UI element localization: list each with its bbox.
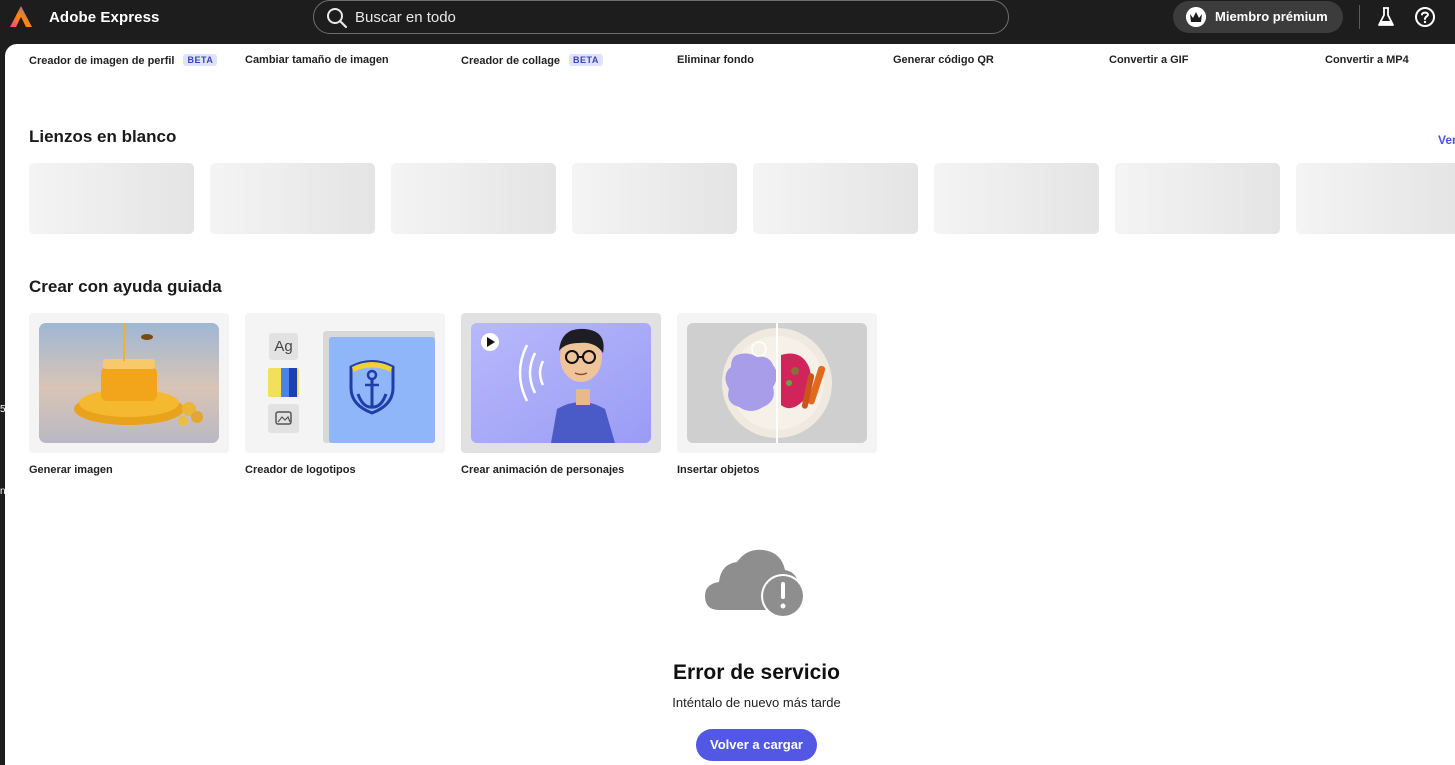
honey-jar-image <box>39 323 219 443</box>
quick-action-label: Convertir a MP4 <box>1325 54 1409 66</box>
card-label: Creador de logotipos <box>245 464 356 476</box>
error-title: Error de servicio <box>673 661 840 684</box>
beta-badge: BETA <box>183 54 218 66</box>
help-icon[interactable] <box>1414 6 1436 28</box>
blank-canvas-placeholder[interactable] <box>572 163 737 234</box>
premium-member-button[interactable]: Miembro prémium <box>1173 1 1343 33</box>
cloud-error-icon <box>705 549 805 618</box>
blank-canvas-placeholder[interactable] <box>1115 163 1280 234</box>
quick-action-remove-background[interactable]: Eliminar fondo <box>677 54 754 66</box>
blank-canvas-placeholder[interactable] <box>934 163 1099 234</box>
blank-canvas-placeholder[interactable] <box>1296 163 1455 234</box>
see-all-link[interactable]: Ver <box>1438 133 1455 147</box>
labs-flask-icon[interactable] <box>1377 7 1395 27</box>
card-thumbnail <box>29 313 229 453</box>
crown-icon <box>1186 7 1206 27</box>
quick-action-qr-code[interactable]: Generar código QR <box>893 54 994 66</box>
logo-preview-image <box>268 331 435 443</box>
guided-card-character-animation[interactable]: Crear animación de personajes <box>461 313 661 476</box>
animated-character-image <box>471 323 651 443</box>
beta-badge: BETA <box>569 54 603 66</box>
quick-action-label: Convertir a GIF <box>1109 54 1189 66</box>
quick-action-profile-image[interactable]: Creador de imagen de perfil BETA <box>29 54 218 67</box>
main-content: Creador de imagen de perfil BETA Cambiar … <box>5 44 1455 765</box>
food-plate-image <box>687 323 867 443</box>
card-thumbnail <box>461 313 661 453</box>
card-thumbnail <box>677 313 877 453</box>
quick-action-label: Creador de imagen de perfil <box>29 55 175 67</box>
guided-card-generate-image[interactable]: Generar imagen <box>29 313 229 476</box>
card-label: Insertar objetos <box>677 464 760 476</box>
card-thumbnail: Ag <box>245 313 445 453</box>
guided-card-insert-objects[interactable]: Insertar objetos <box>677 313 877 476</box>
quick-action-label: Eliminar fondo <box>677 54 754 66</box>
error-message: Inténtalo de nuevo más tarde <box>672 695 841 710</box>
quick-action-resize-image[interactable]: Cambiar tamaño de imagen <box>245 54 389 66</box>
header-divider <box>1359 5 1360 29</box>
quick-action-convert-mp4[interactable]: Convertir a MP4 <box>1325 54 1409 66</box>
card-label: Crear animación de personajes <box>461 464 625 476</box>
blank-canvas-placeholder[interactable] <box>753 163 918 234</box>
search-bar[interactable]: Buscar en todo <box>313 0 1009 34</box>
blank-canvas-placeholder[interactable] <box>210 163 375 234</box>
premium-label: Miembro prémium <box>1215 9 1328 24</box>
top-bar: Adobe Express Buscar en todo Miembro pré… <box>0 0 1455 44</box>
quick-action-collage[interactable]: Creador de collage BETA <box>461 54 603 67</box>
blank-canvas-placeholder[interactable] <box>29 163 194 234</box>
adobe-express-logo-icon[interactable] <box>9 5 33 29</box>
search-placeholder[interactable]: Buscar en todo <box>355 9 456 26</box>
card-label: Generar imagen <box>29 464 113 476</box>
quick-action-convert-gif[interactable]: Convertir a GIF <box>1109 54 1188 66</box>
quick-action-label: Creador de collage <box>461 55 561 67</box>
section-title-blank-canvases: Lienzos en blanco <box>29 127 177 146</box>
quick-action-label: Cambiar tamaño de imagen <box>245 54 389 66</box>
guided-card-logo-creator[interactable]: Ag Creador de logotipos <box>245 313 445 476</box>
reload-button[interactable]: Volver a cargar <box>696 729 817 761</box>
section-title-guided: Crear con ayuda guiada <box>29 277 222 296</box>
blank-canvas-placeholder[interactable] <box>391 163 556 234</box>
quick-action-label: Generar código QR <box>893 54 994 66</box>
search-icon <box>327 8 348 29</box>
app-title[interactable]: Adobe Express <box>49 9 160 26</box>
